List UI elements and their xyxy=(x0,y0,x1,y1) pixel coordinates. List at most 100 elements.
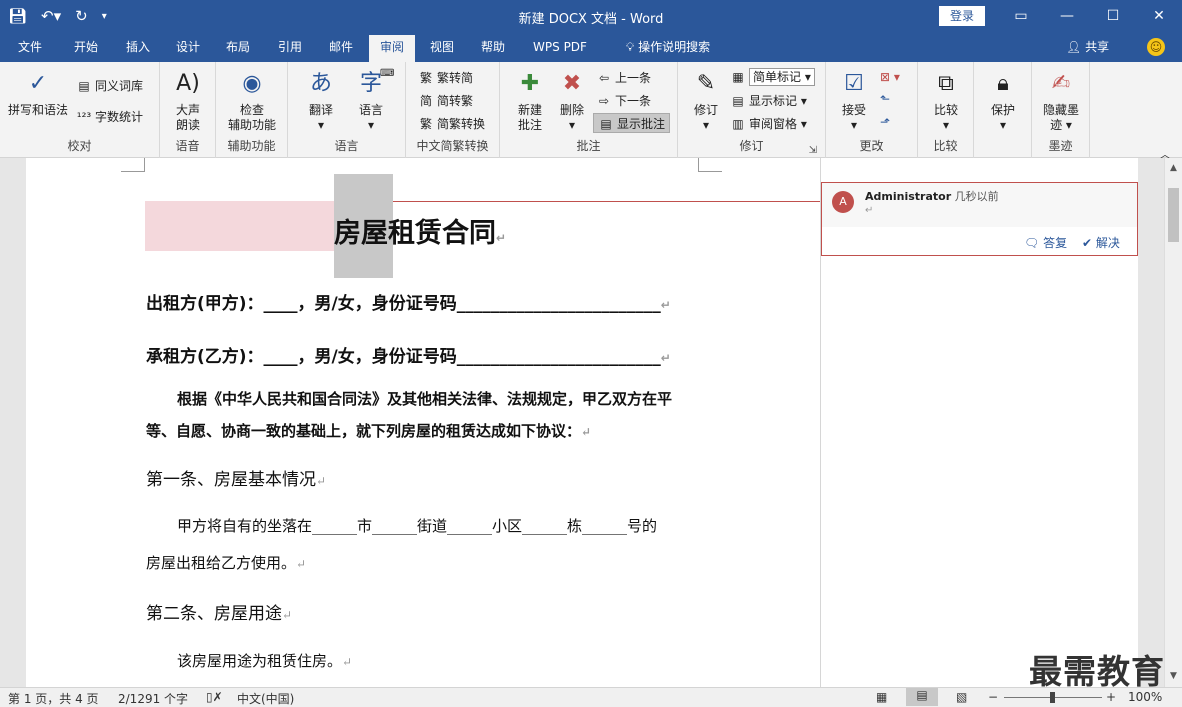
reject-icon[interactable]: ⊠ ▾ xyxy=(880,70,900,84)
tab-file[interactable]: 文件 xyxy=(8,32,52,62)
comment-card[interactable]: A Administrator 几秒以前 ↵ 🗨︎ 答复 ✔︎ 解决 xyxy=(821,182,1138,256)
show-markup-button[interactable]: ▤ 显示标记 ▾ xyxy=(730,91,807,111)
to-traditional-button[interactable]: 繁繁转简 xyxy=(418,68,473,88)
tab-home[interactable]: 开始 xyxy=(64,32,108,62)
tab-references[interactable]: 引用 xyxy=(268,32,312,62)
delete-comment-button[interactable]: ✖ 删除 ▾ xyxy=(550,68,594,133)
document-page[interactable]: 房屋租赁合同↵ 出租方(甲方)：____，男/女，身份证号码__________… xyxy=(26,158,820,687)
usage-line: 该房屋用途为租赁住房。↵ xyxy=(177,652,353,670)
ribbon-tabs: 文件 开始 插入 设计 布局 引用 邮件 审阅 视图 帮助 WPS PDF 💡︎… xyxy=(0,32,1182,62)
check-accessibility-button[interactable]: ◉ 检查 辅助功能 xyxy=(222,68,282,133)
tab-layout[interactable]: 布局 xyxy=(216,32,260,62)
next-icon: ⇨ xyxy=(598,94,610,108)
track-changes-icon: ✎ xyxy=(696,71,716,96)
group-changes: ☑ 接受 ▾ ⊠ ▾ ⬑ ⬏ 更改 xyxy=(826,62,918,158)
word-count[interactable]: 2/1291 个字 xyxy=(118,690,188,707)
spelling-grammar-button[interactable]: ✓ 拼写和语法 xyxy=(6,68,70,118)
resolve-button[interactable]: ✔︎ 解决 xyxy=(1082,234,1120,251)
protect-button[interactable]: 🔒︎ 保护 ▾ xyxy=(980,68,1026,133)
resolve-icon: ✔︎ xyxy=(1082,236,1096,250)
review-pane-button[interactable]: ▥ 审阅窗格 ▾ xyxy=(730,114,807,134)
group-protect: 🔒︎ 保护 ▾ xyxy=(974,62,1032,158)
group-speech: A) 大声 朗读 语音 xyxy=(160,62,216,158)
maximize-icon[interactable]: ☐ xyxy=(1090,0,1136,32)
login-button[interactable]: 登录 xyxy=(939,6,985,26)
tab-insert[interactable]: 插入 xyxy=(116,32,160,62)
person-icon: 👤︎ xyxy=(1066,40,1086,54)
close-icon[interactable]: ✕ xyxy=(1136,0,1182,32)
track-changes-button[interactable]: ✎ 修订 ▾ xyxy=(684,68,728,133)
web-layout-icon[interactable]: ▧ xyxy=(956,690,967,704)
proofing-status-icon[interactable]: ▯✗ xyxy=(206,690,223,704)
show-comments-button[interactable]: ▤ 显示批注 xyxy=(593,113,671,133)
share-button[interactable]: 👤︎ 共享 xyxy=(1066,32,1109,62)
section-2-heading: 第二条、房屋用途↵ xyxy=(146,604,293,624)
comment-body[interactable]: ↵ xyxy=(865,205,873,216)
property-line-2: 房屋出租给乙方使用。↵ xyxy=(146,554,307,572)
tab-wps-pdf[interactable]: WPS PDF xyxy=(525,32,595,62)
tell-me-search[interactable]: 💡︎ 操作说明搜索 xyxy=(612,32,724,62)
reply-button[interactable]: 🗨︎ 答复 xyxy=(1024,234,1067,251)
group-language: あ 翻译 ▾ 字 语言 ▾ ⌨ 语言 xyxy=(288,62,406,158)
translate-button[interactable]: あ 翻译 ▾ xyxy=(296,68,346,133)
zoom-out-icon[interactable]: − xyxy=(988,690,998,704)
preamble-line-2: 等、自愿、协商一致的基础上，就下列房屋的租赁达成如下协议：↵ xyxy=(146,422,592,440)
comments-markup-pane: A Administrator 几秒以前 ↵ 🗨︎ 答复 ✔︎ 解决 xyxy=(820,158,1138,687)
scroll-up-icon[interactable]: ▲ xyxy=(1165,160,1182,176)
hide-ink-button[interactable]: ✍ 隐藏墨 迹 ▾ xyxy=(1036,68,1086,133)
title-bar: 💾︎ ↶▾ ↻ ▾ 新建 DOCX 文档 - Word 登录 ▭ — ☐ ✕ xyxy=(0,0,1182,32)
zoom-in-icon[interactable]: + xyxy=(1106,690,1116,704)
zoom-slider-thumb[interactable] xyxy=(1050,692,1055,703)
lessee-line: 承租方(乙方)：____，男/女，身份证号码__________________… xyxy=(146,347,671,367)
show-markup-icon: ▤ xyxy=(732,94,744,108)
dialog-launcher-icon[interactable]: ⇲ xyxy=(809,145,817,156)
group-tracking: ✎ 修订 ▾ ▦ 简单标记 ▾ ▤ 显示标记 ▾ ▥ 审阅窗格 ▾ 修订 ⇲ xyxy=(678,62,826,158)
vertical-scrollbar[interactable]: ▲ ▼ xyxy=(1164,158,1182,687)
scroll-thumb[interactable] xyxy=(1168,188,1179,242)
book-icon: ▤ xyxy=(78,79,90,93)
ime-icon[interactable]: ⌨ xyxy=(380,68,394,79)
avatar: A xyxy=(832,191,854,213)
scroll-down-icon[interactable]: ▼ xyxy=(1165,668,1182,684)
tab-design[interactable]: 设计 xyxy=(166,32,210,62)
hide-ink-icon: ✍ xyxy=(1051,71,1071,96)
to-simplified-button[interactable]: 简简转繁 xyxy=(418,91,473,111)
read-aloud-button[interactable]: A) 大声 朗读 xyxy=(164,68,212,133)
language-status[interactable]: 中文(中国) xyxy=(237,690,294,707)
lessor-line: 出租方(甲方)：____，男/女，身份证号码__________________… xyxy=(146,294,671,314)
minimize-icon[interactable]: — xyxy=(1044,0,1090,32)
markup-select[interactable]: ▦ 简单标记 ▾ xyxy=(730,67,815,87)
accept-button[interactable]: ☑ 接受 ▾ xyxy=(832,68,876,133)
traditional-icon: 繁 xyxy=(419,71,432,85)
lightbulb-icon: 💡︎ xyxy=(625,40,639,54)
show-comments-icon: ▤ xyxy=(600,117,612,131)
read-mode-icon[interactable]: ▦ xyxy=(876,690,887,704)
tab-help[interactable]: 帮助 xyxy=(471,32,515,62)
document-title-text: 房屋租赁合同↵ xyxy=(334,218,507,249)
new-comment-button[interactable]: ✚ 新建 批注 xyxy=(506,68,554,133)
tab-review[interactable]: 审阅 xyxy=(369,35,415,62)
lock-icon: 🔒︎ xyxy=(997,71,1009,96)
compare-icon: ⧉ xyxy=(938,71,954,96)
previous-comment-button[interactable]: ⇦ 上一条 xyxy=(596,68,651,88)
ribbon-display-options-icon[interactable]: ▭ xyxy=(998,0,1044,32)
page-count[interactable]: 第 1 页，共 4 页 xyxy=(8,690,99,707)
next-comment-button[interactable]: ⇨ 下一条 xyxy=(596,91,651,111)
feedback-smiley-icon[interactable]: ☺ xyxy=(1147,38,1165,56)
tab-view[interactable]: 视图 xyxy=(420,32,464,62)
conversion-icon: 繁 xyxy=(419,117,432,131)
watermark-logo: 最需教育 xyxy=(1029,652,1165,691)
read-aloud-icon: A) xyxy=(176,71,200,96)
tab-mailings[interactable]: 邮件 xyxy=(319,32,363,62)
accept-icon: ☑ xyxy=(844,71,864,96)
thesaurus-button[interactable]: ▤ 同义词库 xyxy=(76,76,143,96)
zoom-level[interactable]: 100% xyxy=(1128,690,1162,704)
word-count-button[interactable]: ¹²³ 字数统计 xyxy=(76,107,143,127)
previous-change-icon[interactable]: ⬑ xyxy=(880,92,890,106)
next-change-icon[interactable]: ⬏ xyxy=(880,115,890,129)
compare-button[interactable]: ⧉ 比较 ▾ xyxy=(922,68,970,133)
print-layout-icon[interactable]: ▤ xyxy=(906,688,938,706)
ribbon-review: ✓ 拼写和语法 ▤ 同义词库 ¹²³ 字数统计 校对 A) 大声 朗读 语音 ◉ 检… xyxy=(0,62,1182,161)
conversion-button[interactable]: 繁简繁转换 xyxy=(418,114,485,134)
document-workspace: 房屋租赁合同↵ 出租方(甲方)：____，男/女，身份证号码__________… xyxy=(0,158,1164,687)
